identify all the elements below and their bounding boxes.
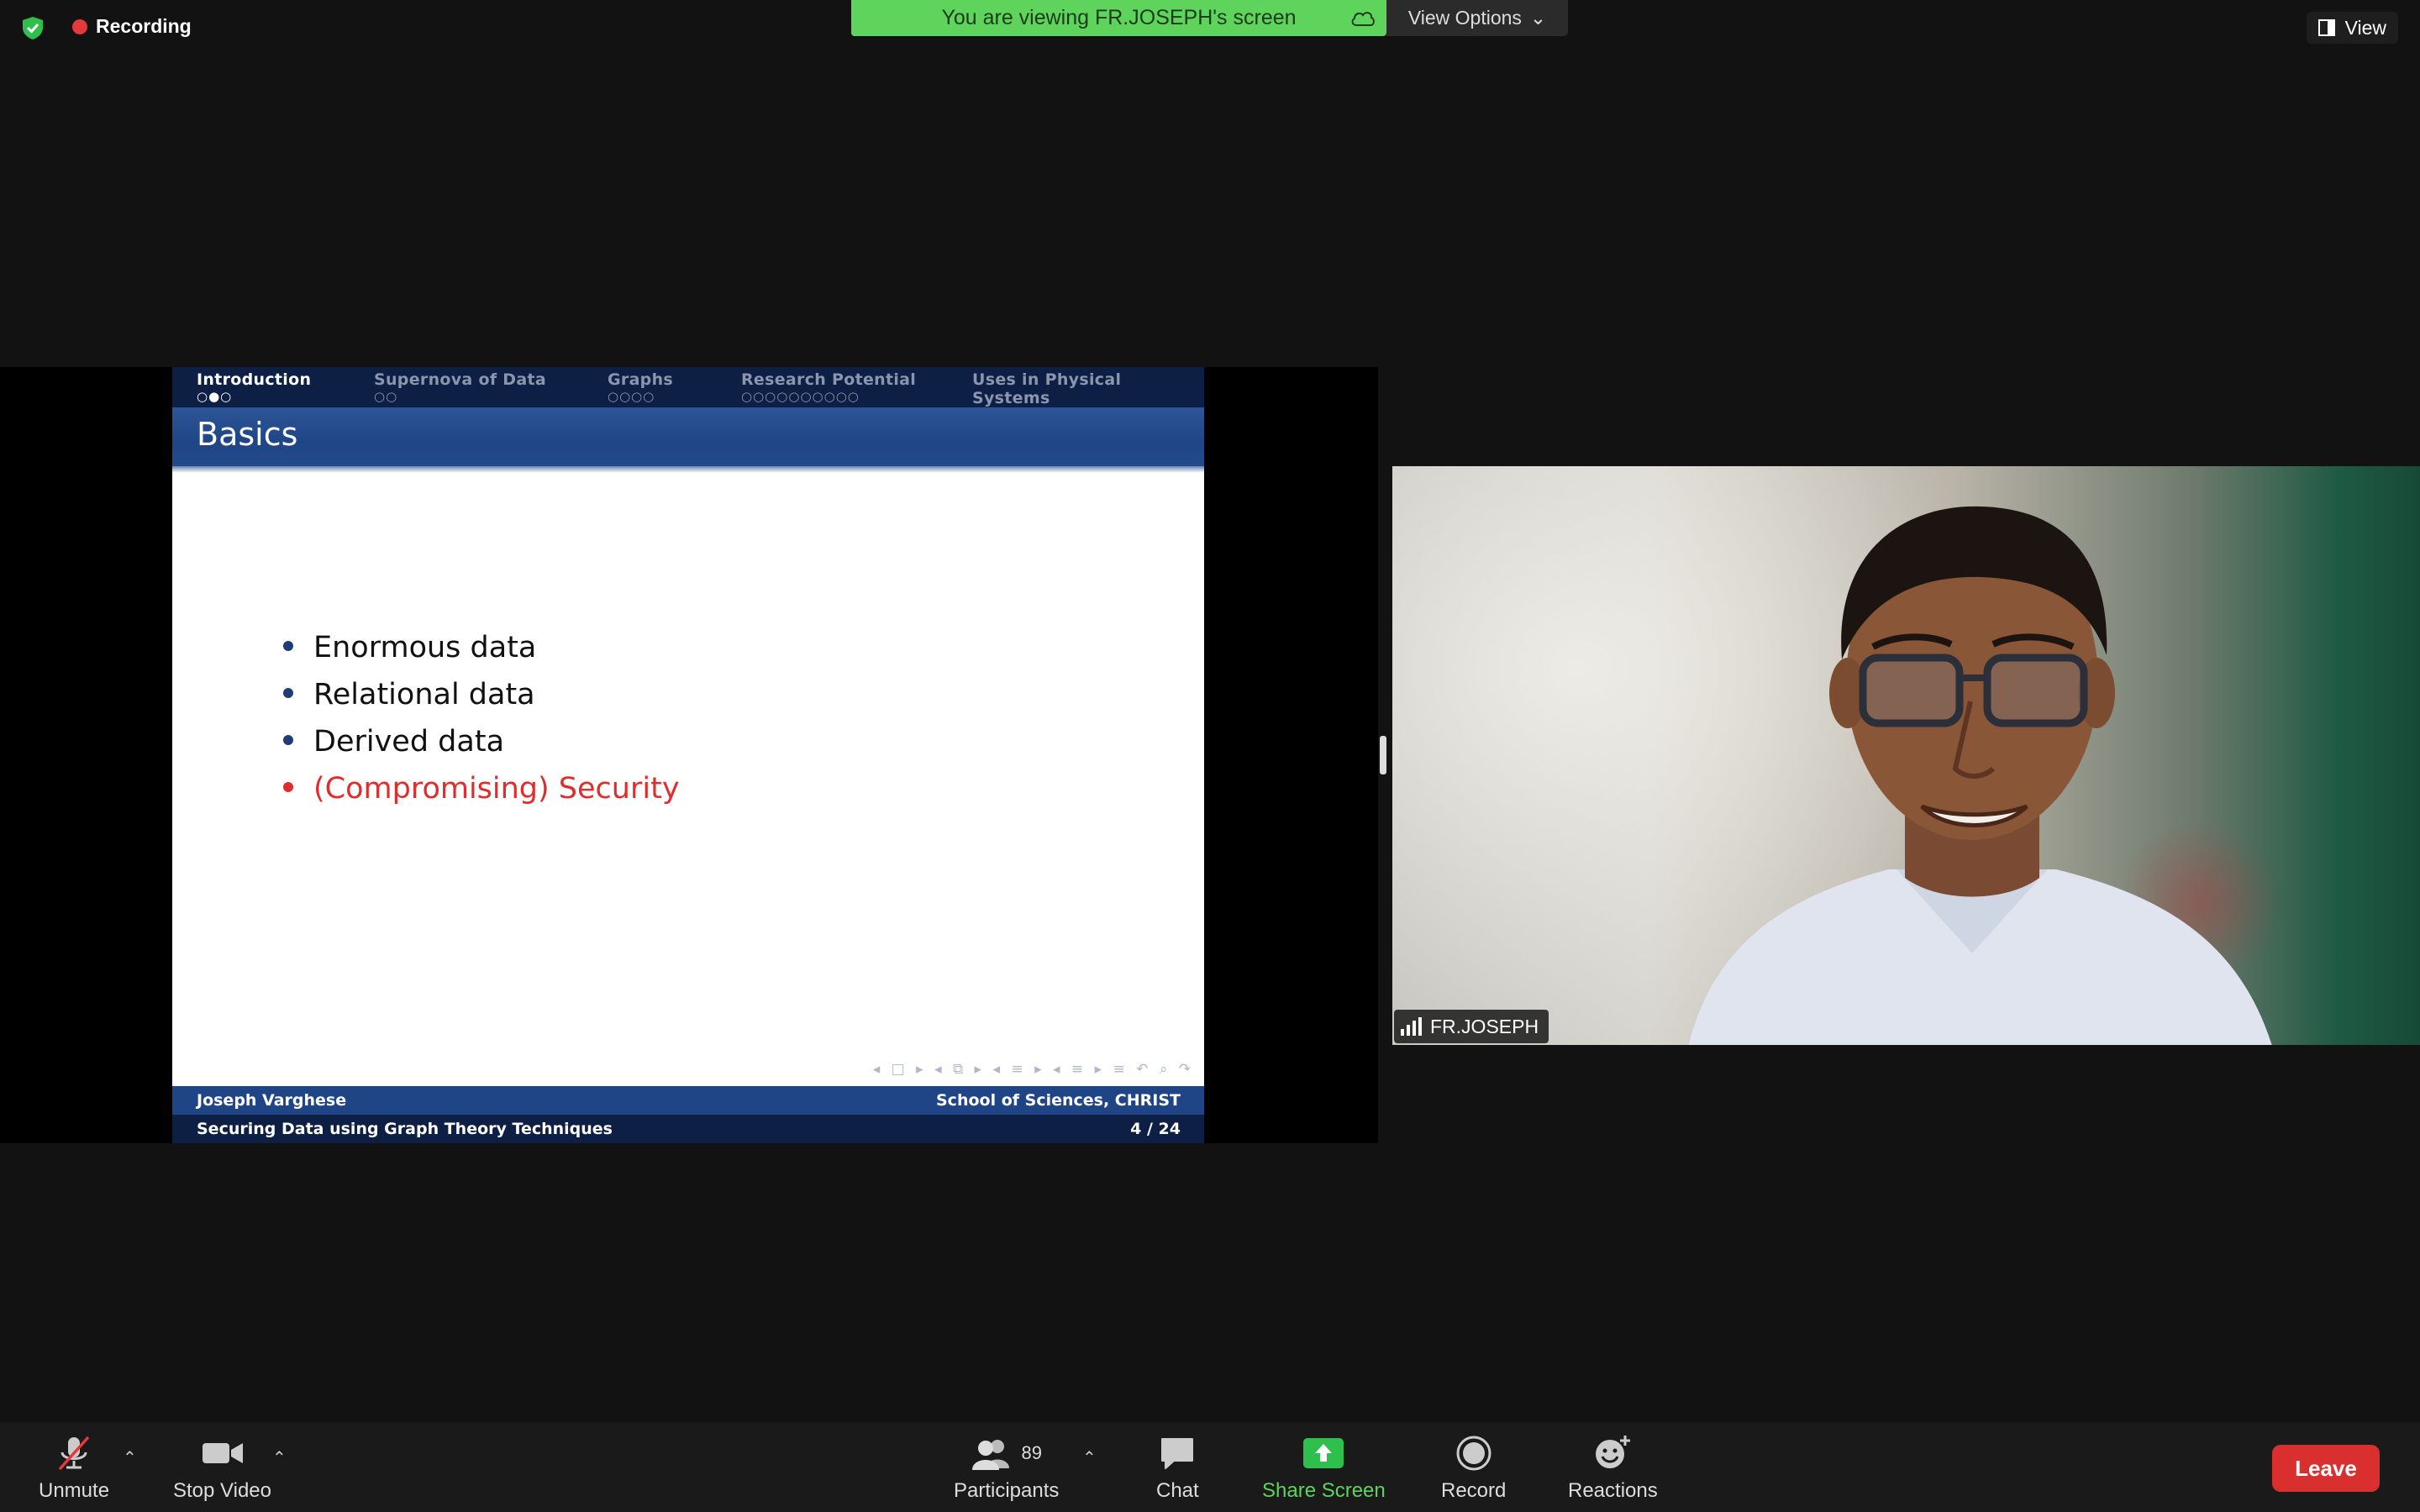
view-options-label: View Options: [1407, 7, 1522, 29]
signal-strength-icon: [1401, 1017, 1422, 1036]
cloud-icon: [1351, 12, 1375, 26]
reactions-button[interactable]: Reactions: [1568, 1432, 1658, 1503]
split-view-drag-handle[interactable]: [1380, 736, 1386, 774]
reactions-label: Reactions: [1568, 1479, 1658, 1502]
leave-button[interactable]: Leave: [2272, 1445, 2380, 1492]
participants-icon: [972, 1440, 1010, 1470]
slide-bullet: Enormous data: [283, 624, 680, 671]
slide-institute: School of Sciences, CHRIST: [936, 1091, 1181, 1110]
video-options-caret[interactable]: ⌃: [272, 1447, 287, 1468]
security-shield-icon[interactable]: [20, 15, 45, 40]
slide-navbar: Introduction ○●○ Supernova of Data ○○ Gr…: [172, 367, 1204, 422]
beamer-navigation-symbols: ◂ □ ▸ ◂ ⧉ ▸ ◂ ≡ ▸ ◂ ≡ ▸ ≡ ↶ ⌕ ↷: [872, 1061, 1194, 1078]
unmute-button[interactable]: Unmute: [39, 1432, 109, 1503]
stop-video-label: Stop Video: [173, 1479, 271, 1502]
slide-nav-supernova: Supernova of Data ○○: [374, 370, 546, 404]
slide-nav-graphs: Graphs ○○○○: [608, 370, 674, 404]
microphone-muted-icon: [58, 1436, 90, 1471]
slide-bullet-highlighted: (Compromising) Security: [283, 765, 680, 812]
participants-label: Participants: [954, 1479, 1060, 1502]
screen-share-banner: You are viewing FR.JOSEPH's screen: [851, 0, 1386, 36]
participants-count: 89: [1021, 1442, 1042, 1463]
record-button[interactable]: Record: [1441, 1432, 1506, 1503]
chat-button[interactable]: Chat: [1156, 1432, 1199, 1503]
video-camera-icon: [202, 1443, 243, 1463]
reactions-icon: [1596, 1436, 1631, 1468]
recording-label: Recording: [96, 15, 192, 37]
audio-options-caret[interactable]: ⌃: [123, 1447, 137, 1468]
slide-footer-bottom: Securing Data using Graph Theory Techniq…: [172, 1115, 1204, 1143]
record-label: Record: [1441, 1479, 1507, 1502]
bullet-icon: [283, 641, 293, 651]
participant-name: FR.JOSEPH: [1430, 1015, 1539, 1037]
share-screen-button[interactable]: Share Screen: [1262, 1432, 1386, 1503]
bullet-icon: [283, 782, 293, 792]
shared-screen[interactable]: Introduction ○●○ Supernova of Data ○○ Gr…: [0, 367, 1378, 1143]
slide-author: Joseph Varghese: [197, 1091, 347, 1110]
participant-video-tile[interactable]: FR.JOSEPH: [1392, 466, 2420, 1045]
participants-options-caret[interactable]: ⌃: [1082, 1447, 1097, 1468]
slide-bullet-list: Enormous data Relational data Derived da…: [283, 624, 680, 812]
view-label: View: [2344, 16, 2386, 39]
slide-title-bar: Basics: [172, 407, 1204, 473]
participant-name-badge: FR.JOSEPH: [1394, 1010, 1549, 1043]
record-icon: [1456, 1436, 1491, 1471]
view-options-dropdown[interactable]: View Options ⌄: [1386, 0, 1568, 36]
stop-video-button[interactable]: Stop Video: [173, 1432, 271, 1503]
banner-text: You are viewing FR.JOSEPH's screen: [941, 6, 1297, 29]
participant-video-image: [1688, 506, 2272, 1045]
slide-bullet: Relational data: [283, 671, 680, 718]
share-screen-label: Share Screen: [1262, 1479, 1386, 1502]
slide-page-number: 4 / 24: [1130, 1120, 1181, 1138]
meeting-toolbar: Unmute ⌃ Stop Video ⌃ 89 Participants ⌃: [0, 1422, 2420, 1512]
recording-dot-icon: [72, 18, 87, 34]
slide-footer-top: Joseph Varghese School of Sciences, CHRI…: [172, 1086, 1204, 1115]
chat-icon: [1161, 1438, 1194, 1469]
slide-nav-introduction: Introduction ○●○: [197, 370, 312, 404]
bullet-icon: [283, 735, 293, 745]
chevron-down-icon: ⌄: [1529, 7, 1547, 29]
view-button[interactable]: View: [2306, 12, 2398, 44]
share-screen-icon: [1303, 1438, 1344, 1468]
slide-title: Basics: [197, 416, 298, 453]
slide-bullet: Derived data: [283, 718, 680, 765]
participants-button[interactable]: 89 Participants: [954, 1432, 1059, 1503]
layout-icon: [2317, 19, 2335, 36]
slide-nav-research: Research Potential ○○○○○○○○○○: [741, 370, 917, 404]
presentation-slide: Introduction ○●○ Supernova of Data ○○ Gr…: [172, 367, 1204, 1143]
chat-label: Chat: [1156, 1479, 1199, 1502]
unmute-label: Unmute: [39, 1479, 110, 1502]
recording-indicator[interactable]: Recording: [72, 15, 192, 38]
bullet-icon: [283, 688, 293, 698]
slide-talk-title: Securing Data using Graph Theory Techniq…: [197, 1120, 613, 1138]
